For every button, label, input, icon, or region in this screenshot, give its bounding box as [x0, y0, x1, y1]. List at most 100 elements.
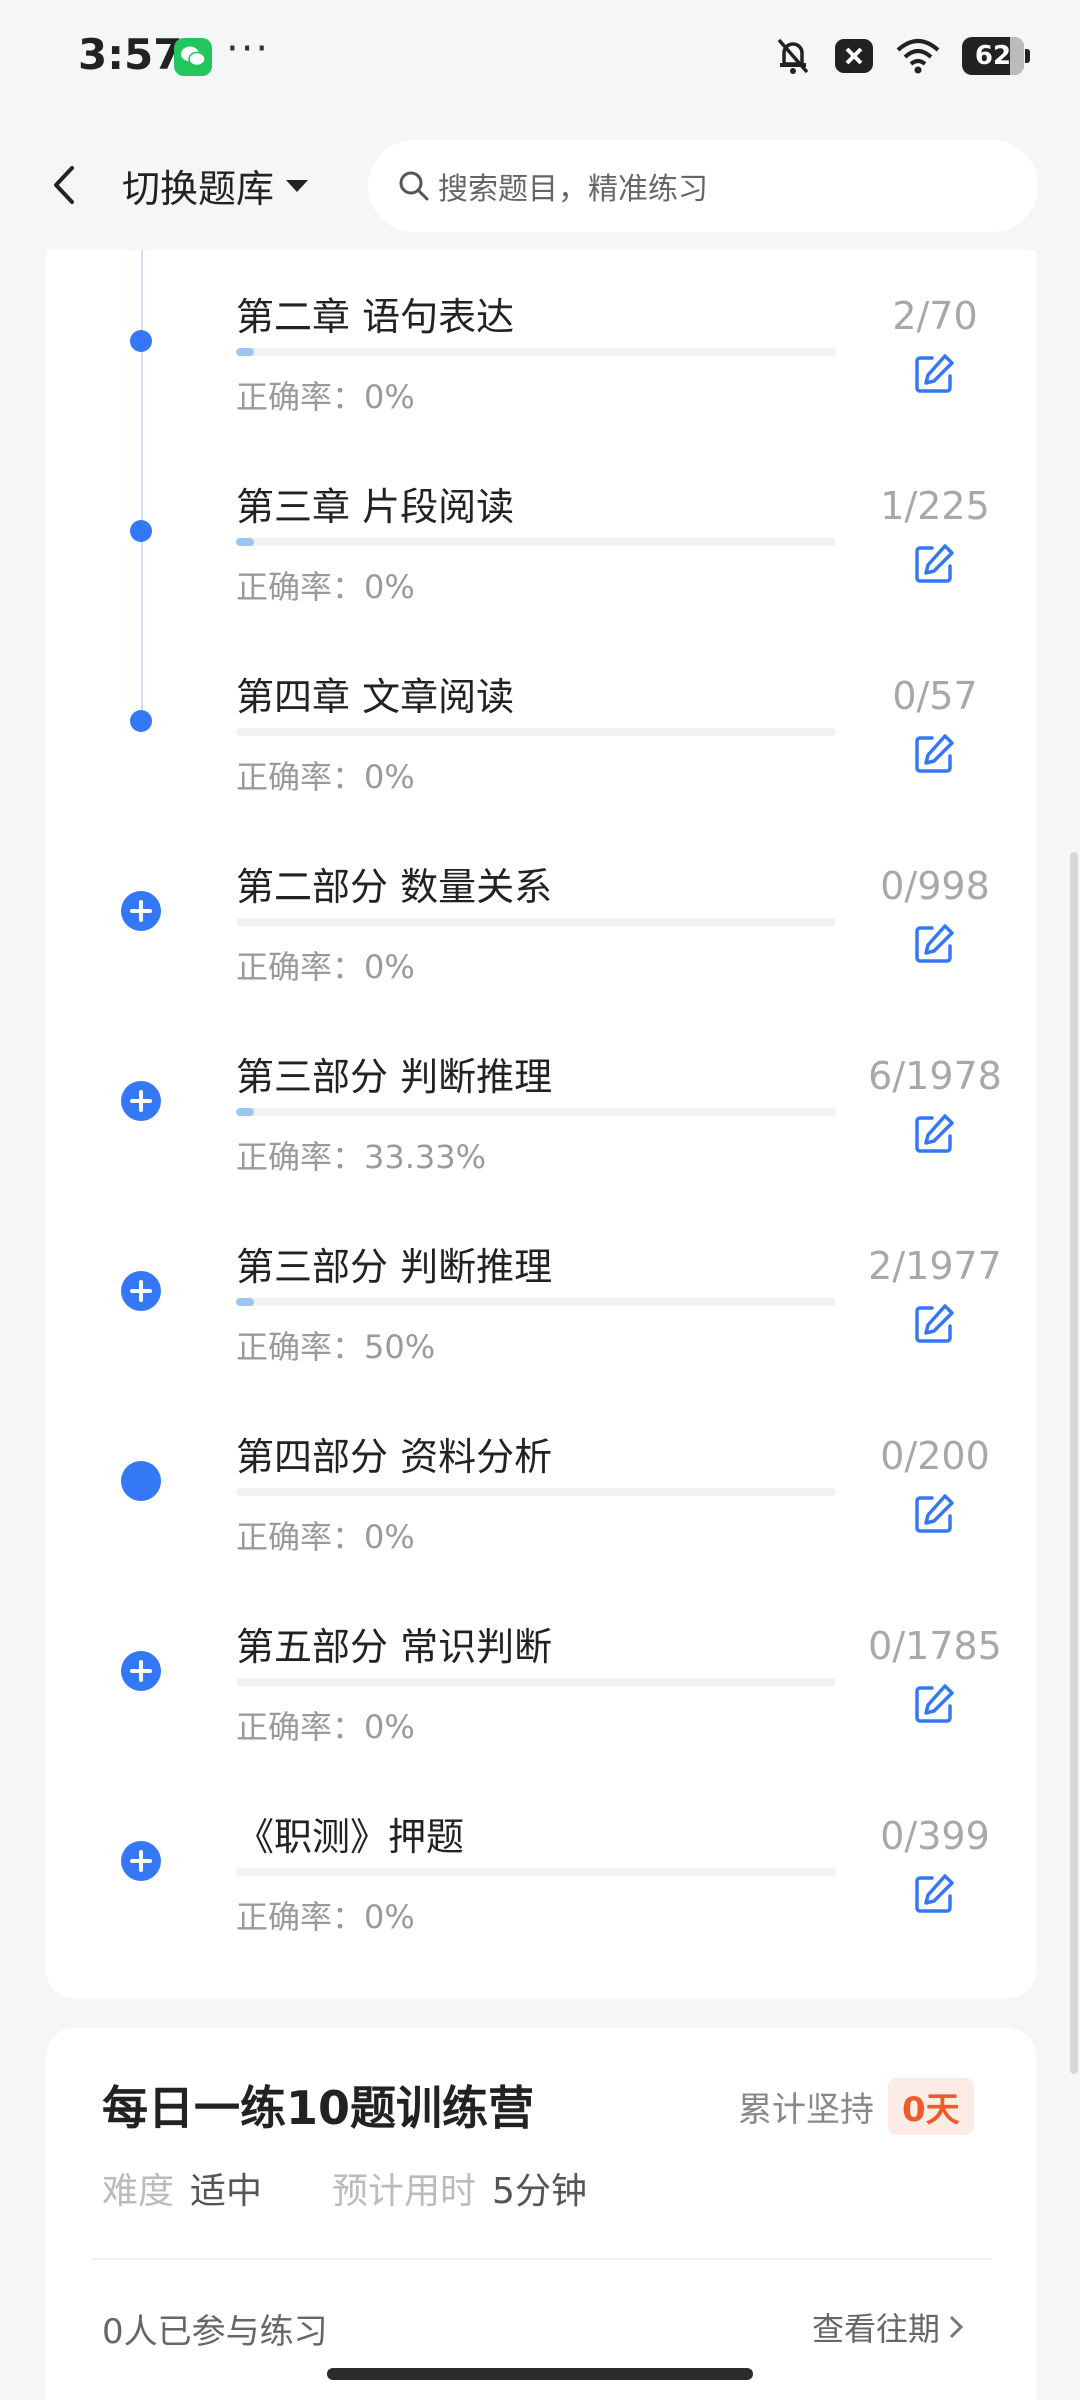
search-icon	[399, 171, 429, 201]
progress-fill	[236, 1298, 254, 1306]
edit-practice-icon[interactable]	[912, 542, 956, 586]
home-indicator[interactable]	[327, 2368, 753, 2380]
progress-count: 1/225	[880, 484, 990, 528]
progress-bar	[236, 918, 836, 926]
persist-info: 累计坚持 0天	[738, 2078, 974, 2135]
wechat-icon	[174, 38, 212, 76]
battery-icon: 62	[962, 37, 1030, 75]
chapter-title: 第四章 文章阅读	[236, 675, 515, 719]
difficulty-value: 适中	[190, 2171, 263, 2212]
expand-plus-icon[interactable]	[121, 891, 161, 931]
chapter-row[interactable]: 第二部分 数量关系正确率：0% 0/998	[0, 856, 1080, 1046]
switch-bank-label: 切换题库	[122, 167, 275, 211]
chevron-right-icon	[949, 2315, 964, 2339]
chapter-title: 第三部分 判断推理	[236, 1245, 553, 1289]
mute-bell-icon	[777, 38, 809, 74]
accuracy-text: 正确率：0%	[236, 948, 415, 986]
accuracy-text: 正确率：0%	[236, 378, 415, 416]
progress-count: 2/1977	[868, 1244, 1002, 1288]
expand-plus-icon[interactable]	[121, 1271, 161, 1311]
edit-practice-icon[interactable]	[912, 1302, 956, 1346]
camp-meta: 难度 适中 预计用时 5分钟	[102, 2162, 587, 2214]
chapter-title: 第三部分 判断推理	[236, 1055, 553, 1099]
time-label: 预计用时	[332, 2171, 477, 2212]
progress-fill	[236, 538, 254, 546]
clock: 3:57	[78, 30, 183, 79]
view-history-link[interactable]: 查看往期	[812, 2304, 964, 2350]
battery-level: 62	[974, 41, 1012, 71]
progress-fill	[236, 348, 254, 356]
scrollbar[interactable]	[1070, 852, 1078, 2074]
accuracy-text: 正确率：0%	[236, 758, 415, 796]
caret-down-icon	[286, 179, 309, 192]
accuracy-text: 正确率：50%	[236, 1328, 436, 1366]
progress-bar	[236, 1868, 836, 1876]
chapter-row[interactable]: 第四章 文章阅读正确率：0% 0/57	[0, 666, 1080, 856]
search-input[interactable]: 搜索题目，精准练习	[368, 140, 1038, 232]
progress-count: 0/399	[880, 1814, 990, 1858]
progress-bar	[236, 1488, 836, 1496]
wifi-icon	[896, 39, 940, 74]
edit-practice-icon[interactable]	[912, 922, 956, 966]
edit-practice-icon[interactable]	[912, 1112, 956, 1156]
chapter-row[interactable]: 第四部分 资料分析正确率：0% 0/200	[0, 1426, 1080, 1616]
back-button[interactable]	[44, 160, 84, 210]
persist-days-badge: 0天	[888, 2078, 974, 2135]
expand-plus-icon[interactable]	[121, 1841, 161, 1881]
progress-count: 0/1785	[868, 1624, 1002, 1668]
time-value: 5分钟	[492, 2171, 587, 2212]
progress-count: 0/57	[892, 674, 978, 718]
chapter-row[interactable]: 第三部分 判断推理正确率：33.33% 6/1978	[0, 1046, 1080, 1236]
edit-practice-icon[interactable]	[912, 1492, 956, 1536]
edit-practice-icon[interactable]	[912, 1872, 956, 1916]
accuracy-text: 正确率：33.33%	[236, 1138, 487, 1176]
expand-plus-icon[interactable]	[121, 1081, 161, 1121]
progress-bar	[236, 728, 836, 736]
chapter-row[interactable]: 《职测》押题正确率：0% 0/399	[0, 1806, 1080, 1996]
edit-practice-icon[interactable]	[912, 1682, 956, 1726]
joined-count: 0人已参与练习	[102, 2312, 328, 2352]
edit-practice-icon[interactable]	[912, 352, 956, 396]
chapter-title: 第五部分 常识判断	[236, 1625, 553, 1669]
timeline-dot-icon	[121, 1461, 161, 1501]
progress-bar	[236, 1298, 836, 1306]
camp-title: 每日一练10题训练营	[102, 2081, 535, 2135]
status-icons: 62	[774, 36, 1030, 76]
progress-count: 0/200	[880, 1434, 990, 1478]
edit-practice-icon[interactable]	[912, 732, 956, 776]
chapter-title: 第二章 语句表达	[236, 295, 515, 339]
chapter-row[interactable]: 第三章 片段阅读正确率：0% 1/225	[0, 476, 1080, 666]
accuracy-text: 正确率：0%	[236, 568, 415, 606]
progress-bar	[236, 1108, 836, 1116]
progress-count: 0/998	[880, 864, 990, 908]
timeline-dot-icon	[130, 710, 152, 732]
difficulty-label: 难度	[102, 2171, 175, 2212]
chapter-title: 第二部分 数量关系	[236, 865, 553, 909]
switch-bank-button[interactable]: 切换题库	[122, 158, 310, 213]
accuracy-text: 正确率：0%	[236, 1518, 415, 1556]
accuracy-text: 正确率：0%	[236, 1708, 415, 1746]
progress-count: 6/1978	[868, 1054, 1002, 1098]
chapter-title: 第三章 片段阅读	[236, 485, 515, 529]
accuracy-text: 正确率：0%	[236, 1898, 415, 1936]
top-nav: 切换题库 搜索题目，精准练习	[0, 120, 1080, 250]
chapter-row[interactable]: 第二章 语句表达正确率：0% 2/70	[0, 286, 1080, 476]
progress-count: 2/70	[892, 294, 978, 338]
chapter-title: 第四部分 资料分析	[236, 1435, 553, 1479]
timeline-dot-icon	[130, 330, 152, 352]
divider	[92, 2258, 992, 2260]
persist-label: 累计坚持	[738, 2090, 874, 2130]
chapter-row[interactable]: 第五部分 常识判断正确率：0% 0/1785	[0, 1616, 1080, 1806]
progress-fill	[236, 1108, 254, 1116]
close-box-icon	[835, 39, 873, 73]
more-notifications-icon: ···	[226, 26, 271, 72]
chapter-title: 《职测》押题	[236, 1815, 465, 1859]
search-placeholder: 搜索题目，精准练习	[438, 172, 708, 207]
timeline-dot-icon	[130, 520, 152, 542]
progress-bar	[236, 348, 836, 356]
status-bar: 3:57 ··· 62	[0, 0, 1080, 120]
chapter-row[interactable]: 第三部分 判断推理正确率：50% 2/1977	[0, 1236, 1080, 1426]
view-history-label: 查看往期	[812, 2310, 941, 2348]
expand-plus-icon[interactable]	[121, 1651, 161, 1691]
progress-bar	[236, 1678, 836, 1686]
